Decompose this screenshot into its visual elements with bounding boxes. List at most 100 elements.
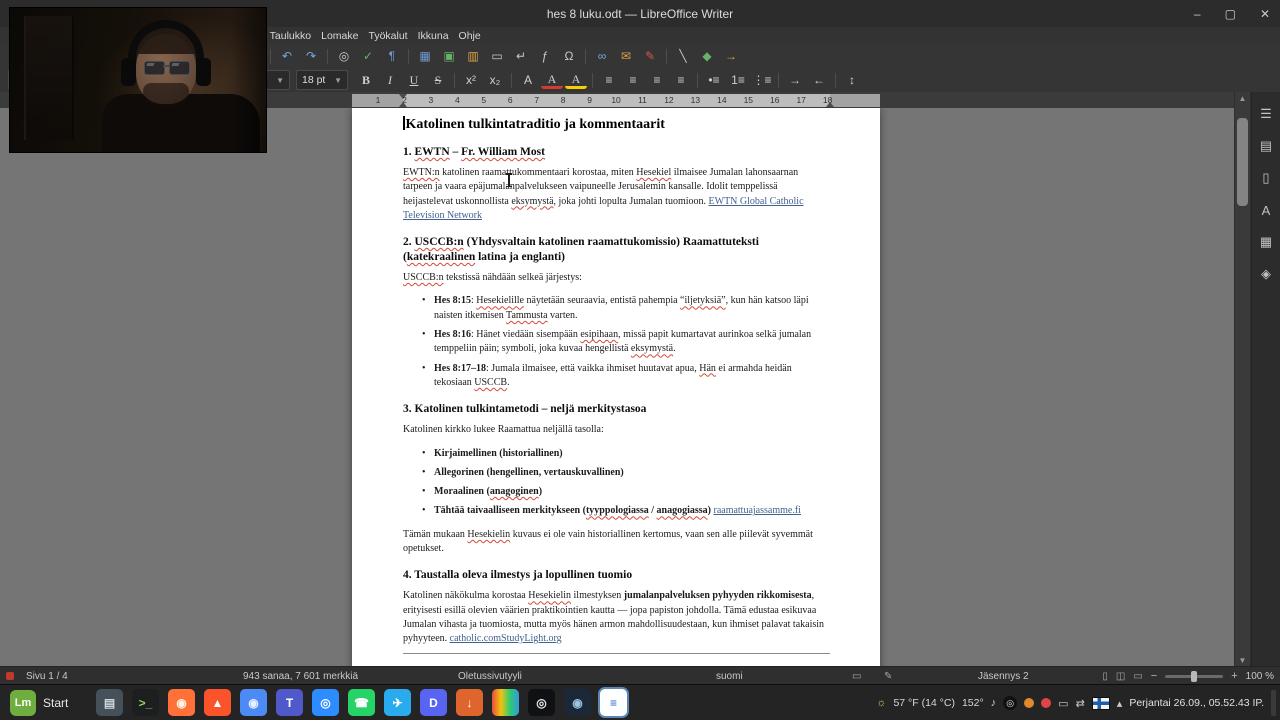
redo-button[interactable]: ↷ bbox=[300, 46, 322, 66]
sidebar-gallery-icon[interactable]: ▦ bbox=[1255, 231, 1277, 253]
menu-tyokalut[interactable]: Työkalut bbox=[363, 30, 412, 42]
bullet-list-button[interactable]: •≡ bbox=[703, 70, 725, 90]
increase-indent-button[interactable]: → bbox=[784, 70, 806, 90]
taskbar-app-telegram[interactable]: ✈ bbox=[384, 689, 411, 716]
align-left-button[interactable]: ≡ bbox=[598, 70, 620, 90]
scrollbar-thumb[interactable] bbox=[1237, 118, 1248, 206]
taskbar-clock[interactable]: Perjantai 26.09., 05.52.43 IP. bbox=[1129, 697, 1264, 709]
taskbar-app-chromium[interactable]: ◉ bbox=[240, 689, 267, 716]
document-modified-icon[interactable]: ✎ bbox=[884, 667, 896, 685]
single-page-view-button[interactable]: ▯ bbox=[1102, 671, 1108, 682]
sidebar-settings-icon[interactable]: ☰ bbox=[1255, 103, 1277, 125]
display-icon[interactable]: ▭ bbox=[1058, 697, 1068, 710]
menu-ikkuna[interactable]: Ikkuna bbox=[413, 30, 454, 42]
status-word-count[interactable]: 943 sanaa, 7 601 merkkiä bbox=[243, 667, 358, 685]
align-right-button[interactable]: ≡ bbox=[646, 70, 668, 90]
status-page-style[interactable]: Oletussivutyyli bbox=[458, 667, 522, 685]
sidebar-page-icon[interactable]: ▯ bbox=[1255, 167, 1277, 189]
find-replace-button[interactable]: ◎ bbox=[333, 46, 355, 66]
taskbar-app-zoom[interactable]: ◎ bbox=[312, 689, 339, 716]
status-language[interactable]: suomi bbox=[716, 667, 743, 685]
sidebar-properties-icon[interactable]: ▤ bbox=[1255, 135, 1277, 157]
maximize-button[interactable]: ▢ bbox=[1225, 7, 1236, 21]
numbered-list-button[interactable]: 1≡ bbox=[727, 70, 749, 90]
volume-icon[interactable]: ♪ bbox=[991, 697, 997, 709]
status-outline-level[interactable]: Jäsennys 2 bbox=[978, 667, 1029, 685]
book-view-button[interactable]: ▭ bbox=[1133, 671, 1142, 682]
taskbar-app-obs-studio[interactable]: ◎ bbox=[528, 689, 555, 716]
taskbar-app-terminal[interactable]: >_ bbox=[132, 689, 159, 716]
font-color-button[interactable]: A bbox=[541, 71, 563, 89]
scroll-down-arrow[interactable]: ▼ bbox=[1235, 654, 1250, 666]
start-menu-button[interactable]: Lm Start bbox=[4, 689, 74, 717]
app-indicator-icon[interactable] bbox=[1024, 698, 1035, 708]
horizontal-ruler[interactable]: 1 2 3 4 5 6 7 8 9 10 11 12 13 14 15 16 17 18 bbox=[352, 94, 880, 107]
zoom-out-button[interactable]: − bbox=[1151, 670, 1157, 682]
undo-button[interactable]: ↶ bbox=[276, 46, 298, 66]
italic-button[interactable]: I bbox=[379, 70, 401, 90]
close-button[interactable]: ✕ bbox=[1260, 7, 1270, 21]
wind-direction[interactable]: 152° bbox=[962, 697, 984, 709]
show-desktop-button[interactable] bbox=[1271, 690, 1276, 716]
align-center-button[interactable]: ≡ bbox=[622, 70, 644, 90]
obs-tray-icon[interactable]: ◎ bbox=[1003, 696, 1018, 710]
selection-mode-icon[interactable]: ▭ bbox=[852, 667, 865, 685]
insert-page-break-button[interactable]: ↵ bbox=[510, 46, 532, 66]
line-spacing-button[interactable]: ↕ bbox=[841, 70, 863, 90]
status-page-count[interactable]: Sivu 1 / 4 bbox=[26, 667, 68, 685]
zoom-slider[interactable] bbox=[1165, 670, 1224, 682]
spelling-button[interactable]: ✓ bbox=[357, 46, 379, 66]
taskbar-app-file-manager[interactable]: ▤ bbox=[96, 689, 123, 716]
track-changes-button[interactable]: ✎ bbox=[639, 46, 661, 66]
menu-ohje[interactable]: Ohje bbox=[454, 30, 486, 42]
taskbar-app-variety[interactable] bbox=[492, 689, 519, 716]
weather-icon[interactable]: ☼ bbox=[876, 697, 886, 709]
basic-shapes-button[interactable]: ◆ bbox=[696, 46, 718, 66]
insert-arrow-button[interactable]: → bbox=[720, 46, 742, 66]
formatting-marks-button[interactable]: ¶ bbox=[381, 46, 403, 66]
zoom-percentage[interactable]: 100 % bbox=[1246, 671, 1274, 682]
taskbar-app-downloader[interactable]: ↓ bbox=[456, 689, 483, 716]
font-size-combo[interactable]: 18 pt ▼ bbox=[296, 70, 348, 90]
taskbar-app-libreoffice-writer[interactable]: ≡ bbox=[600, 689, 627, 716]
subscript-button[interactable]: x₂ bbox=[484, 70, 506, 90]
superscript-button[interactable]: x² bbox=[460, 70, 482, 90]
bold-button[interactable]: B bbox=[355, 70, 377, 90]
decrease-indent-button[interactable]: ← bbox=[808, 70, 830, 90]
doc-link[interactable]: raamattuajassamme.fi bbox=[713, 505, 800, 516]
taskbar-app-whatsapp[interactable]: ☎ bbox=[348, 689, 375, 716]
minimize-button[interactable]: – bbox=[1194, 7, 1201, 21]
tray-expand-icon[interactable]: ▴ bbox=[1117, 697, 1123, 710]
taskbar-app-steam[interactable]: ◉ bbox=[564, 689, 591, 716]
taskbar-app-teams[interactable]: T bbox=[276, 689, 303, 716]
insert-line-button[interactable]: ╲ bbox=[672, 46, 694, 66]
scroll-up-arrow[interactable]: ▲ bbox=[1235, 92, 1250, 104]
insert-text-box-button[interactable]: ▭ bbox=[486, 46, 508, 66]
insert-table-button[interactable]: ▦ bbox=[414, 46, 436, 66]
multi-page-view-button[interactable]: ◫ bbox=[1116, 671, 1125, 682]
underline-button[interactable]: U bbox=[403, 70, 425, 90]
weather-temperature[interactable]: 57 °F (14 °C) bbox=[893, 697, 955, 709]
document-page[interactable]: Katolinen tulkintatraditio ja kommentaar… bbox=[352, 108, 880, 666]
network-icon[interactable]: ⇄ bbox=[1076, 697, 1085, 710]
menu-lomake[interactable]: Lomake bbox=[316, 30, 363, 42]
insert-image-button[interactable]: ▣ bbox=[438, 46, 460, 66]
outline-list-button[interactable]: ⋮≡ bbox=[751, 70, 773, 90]
insert-chart-button[interactable]: ▥ bbox=[462, 46, 484, 66]
sidebar-navigator-icon[interactable]: ◈ bbox=[1255, 263, 1277, 285]
highlight-color-button[interactable]: A bbox=[565, 71, 587, 89]
zoom-slider-thumb[interactable] bbox=[1191, 670, 1198, 682]
sidebar-styles-icon[interactable]: A bbox=[1255, 199, 1277, 221]
strikethrough-button[interactable]: S bbox=[427, 70, 449, 90]
insert-field-button[interactable]: ƒ bbox=[534, 46, 556, 66]
vertical-scrollbar[interactable]: ▲ ▼ bbox=[1235, 92, 1250, 666]
justify-button[interactable]: ≡ bbox=[670, 70, 692, 90]
insert-special-character-button[interactable]: Ω bbox=[558, 46, 580, 66]
insert-comment-button[interactable]: ✉ bbox=[615, 46, 637, 66]
clear-formatting-button[interactable]: A bbox=[517, 70, 539, 90]
zoom-in-button[interactable]: + bbox=[1231, 670, 1237, 682]
recording-indicator-icon[interactable] bbox=[1041, 698, 1052, 708]
taskbar-app-discord[interactable]: D bbox=[420, 689, 447, 716]
doc-link[interactable]: catholic.comStudyLight.org bbox=[450, 633, 562, 644]
keyboard-layout-flag-finland[interactable] bbox=[1091, 696, 1110, 710]
